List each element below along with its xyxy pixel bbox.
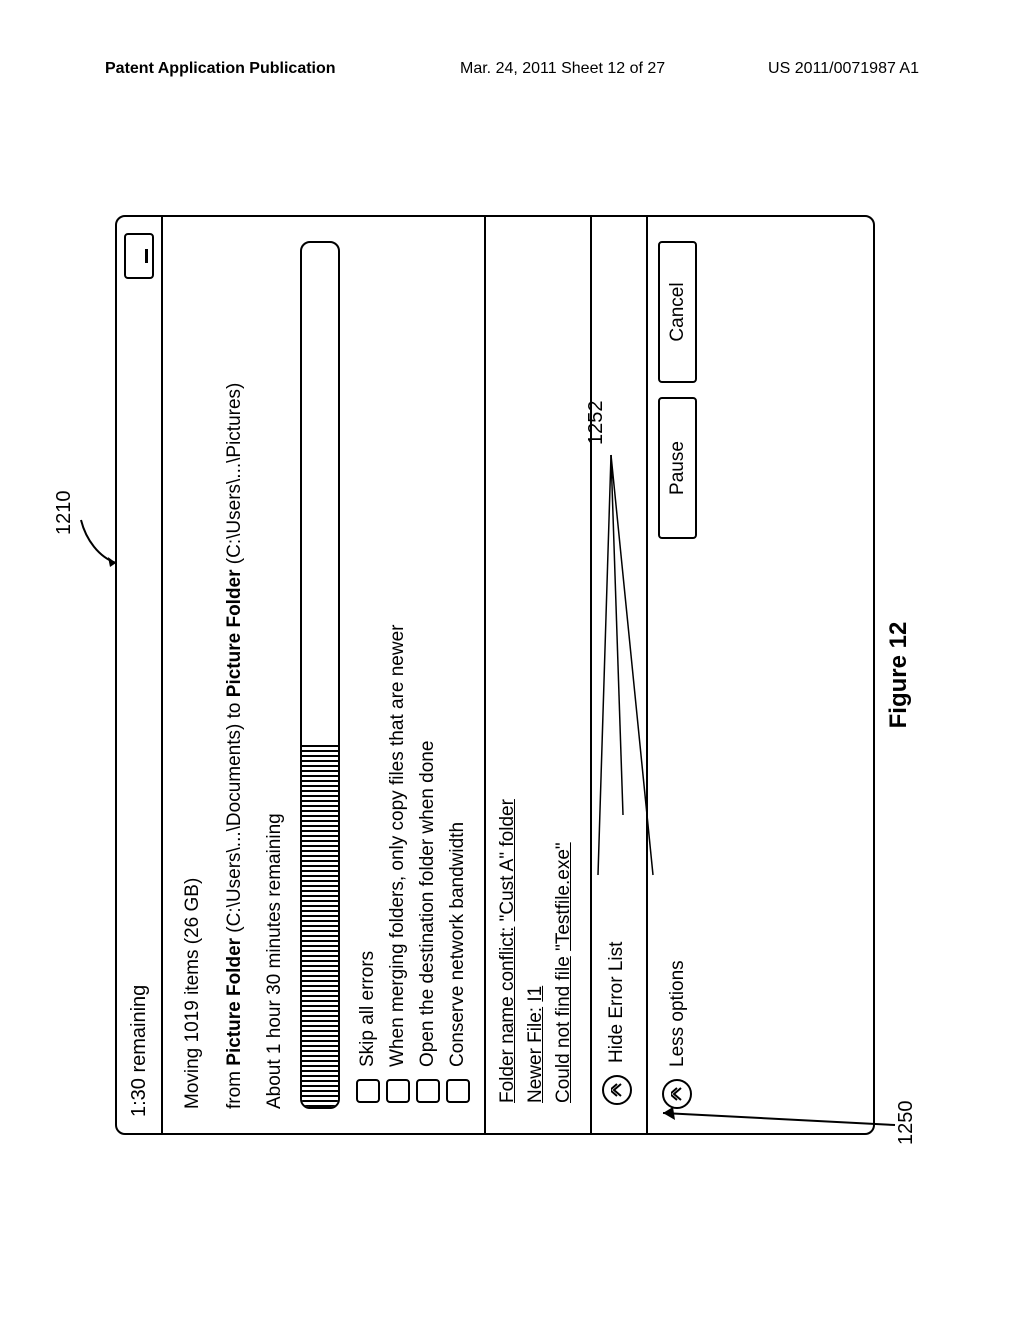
error-file-not-found[interactable]: Could not find file "Testfile.exe" [552, 241, 576, 1103]
error-newer-file[interactable]: Newer File: I1 [524, 241, 548, 1103]
from-prefix: from [224, 1066, 245, 1109]
from-path: (C:\Users\...\Documents) to [224, 697, 245, 938]
chevron-up-icon [602, 1075, 632, 1105]
time-remaining: About 1 hour 30 minutes remaining [263, 241, 287, 1109]
opt-merge-newer: When merging folders, only copy files th… [386, 625, 410, 1068]
error-list: Folder name conflict: "Cust A" folder Ne… [496, 241, 575, 1109]
figure-caption: Figure 12 [885, 175, 913, 1175]
move-from-to: from Picture Folder (C:\Users\...\Docume… [223, 241, 247, 1109]
opt-conserve-bw: Conserve network bandwidth [446, 822, 470, 1067]
hide-error-list-label: Hide Error List [605, 942, 629, 1063]
checkbox-conserve-bw[interactable] [446, 1079, 470, 1103]
progress-fill [302, 744, 338, 1107]
move-progress-dialog: 1:30 remaining Moving 1019 items (26 GB)… [115, 215, 875, 1135]
header-pubnumber: US 2011/0071987 A1 [768, 60, 919, 78]
divider-1 [484, 217, 486, 1133]
dialog-title: 1:30 remaining [128, 985, 151, 1117]
opt-skip-errors: Skip all errors [356, 951, 380, 1067]
to-path: (C:\Users\...\Pictures) [224, 383, 245, 570]
less-options-toggle[interactable]: Less options [662, 960, 692, 1109]
header-date-sheet: Mar. 24, 2011 Sheet 12 of 27 [460, 60, 665, 78]
divider-2 [590, 217, 592, 1133]
ref-1210-label: 1210 [53, 491, 76, 536]
progress-bar [300, 241, 340, 1109]
move-heading: Moving 1019 items (26 GB) [181, 241, 205, 1109]
ref-1250-leader [655, 1105, 895, 1155]
ref-1252-leader [593, 445, 633, 875]
dialog-titlebar: 1:30 remaining [117, 217, 163, 1133]
from-folder: Picture Folder [224, 938, 245, 1066]
to-folder: Picture Folder [224, 569, 245, 697]
checkbox-merge-newer[interactable] [386, 1079, 410, 1103]
ref-1252-label: 1252 [585, 401, 608, 446]
error-folder-conflict[interactable]: Folder name conflict: "Cust A" folder [496, 241, 520, 1103]
opt-open-dest: Open the destination folder when done [416, 741, 440, 1067]
header-publication: Patent Application Publication [105, 60, 336, 78]
checkbox-open-dest[interactable] [416, 1079, 440, 1103]
checkbox-skip-errors[interactable] [356, 1079, 380, 1103]
minimize-button[interactable] [124, 233, 154, 279]
cancel-button[interactable]: Cancel [658, 241, 698, 383]
less-options-label: Less options [666, 960, 690, 1067]
options-list: Skip all errors When merging folders, on… [356, 241, 470, 1109]
